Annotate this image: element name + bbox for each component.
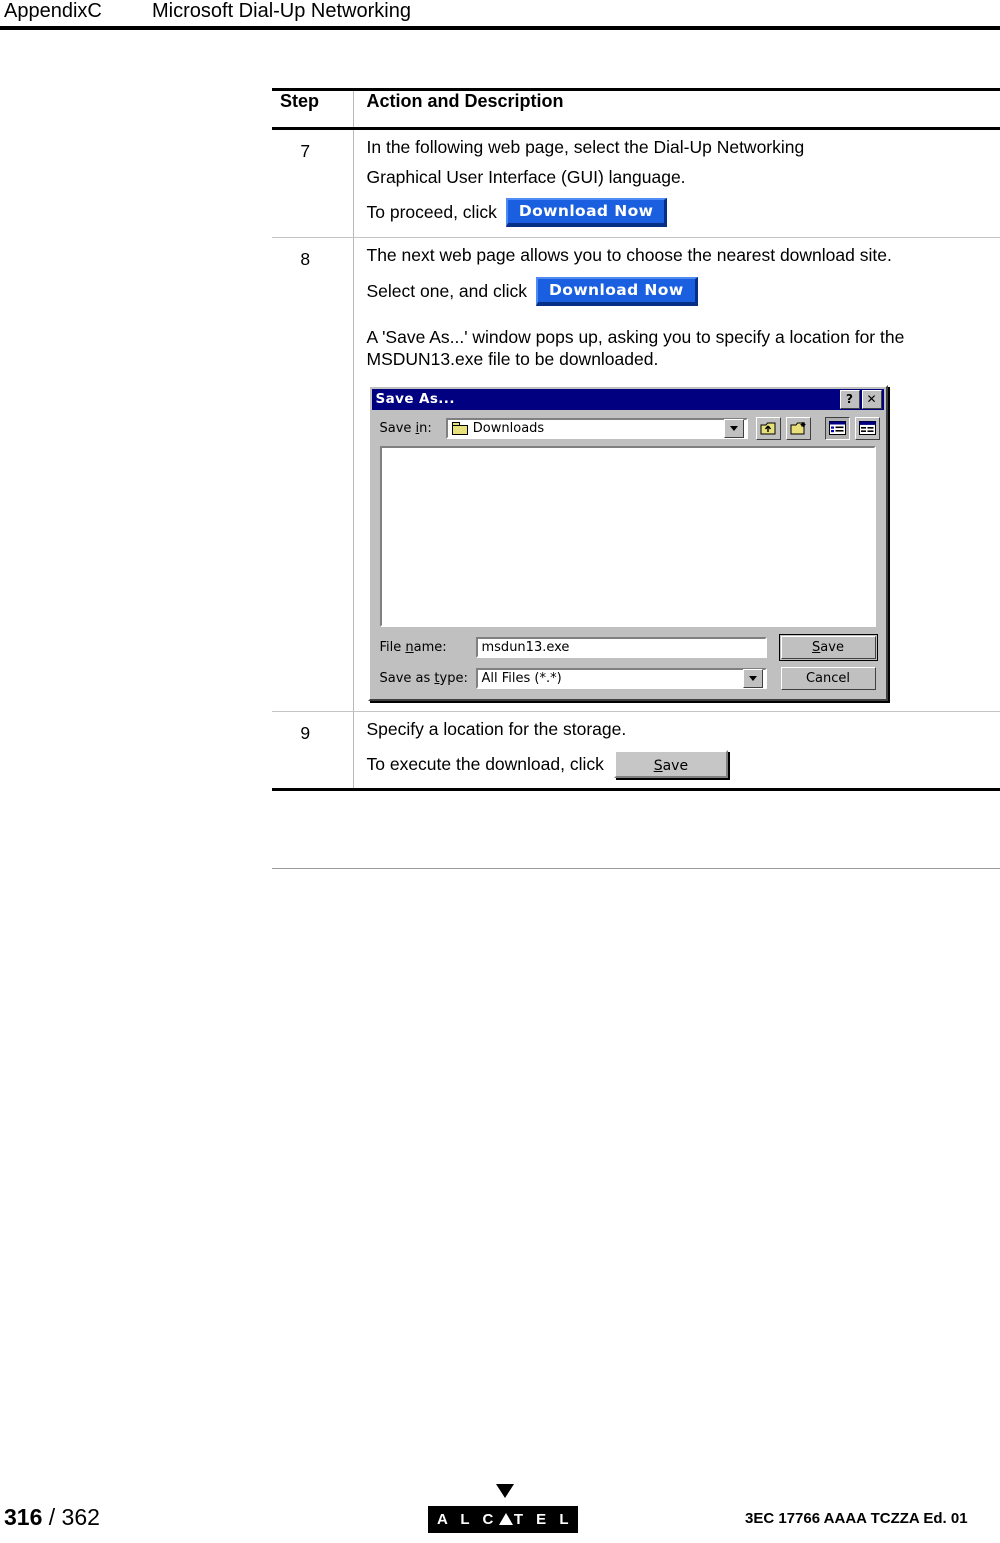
dialog-title-buttons: ? ✕ bbox=[839, 389, 882, 409]
file-list-area[interactable] bbox=[379, 445, 876, 627]
table-row: 7 In the following web page, select the … bbox=[272, 128, 1000, 239]
save-as-type-value: All Files (*.*) bbox=[481, 670, 562, 686]
dialog-title-bar: Save As... ? ✕ bbox=[371, 388, 884, 410]
page-header: AppendixC Microsoft Dial-Up Networking bbox=[0, 0, 1000, 28]
step7-line1: In the following web page, select the Di… bbox=[366, 137, 805, 157]
step8-line2-row: Select one, and click Download Now bbox=[366, 276, 1000, 307]
new-folder-icon[interactable] bbox=[785, 416, 811, 440]
save-as-type-combobox[interactable]: All Files (*.*) bbox=[475, 667, 767, 689]
dialog-cancel-button[interactable]: Cancel bbox=[780, 666, 876, 690]
dialog-save-button[interactable]: Save bbox=[778, 633, 878, 661]
page-total: / 362 bbox=[42, 1504, 100, 1530]
header-rule bbox=[0, 26, 1000, 30]
column-header-step: Step bbox=[272, 88, 354, 130]
details-view-icon[interactable] bbox=[854, 416, 880, 440]
step-number: 8 bbox=[272, 237, 354, 712]
step7-line3-row: To proceed, click Download Now bbox=[366, 198, 1000, 228]
file-name-row: File name: msdun13.exe Save bbox=[379, 633, 878, 661]
chevron-down-icon[interactable] bbox=[723, 418, 744, 438]
file-name-label: File name: bbox=[379, 639, 447, 655]
logo-bar: A L CT E L bbox=[428, 1506, 578, 1533]
step8-paragraph: A 'Save As...' window pops up, asking yo… bbox=[366, 327, 905, 370]
dialog-bottom-panel: File name: msdun13.exe Save Save as type… bbox=[370, 627, 886, 699]
help-icon[interactable]: ? bbox=[839, 389, 860, 409]
body-separator-rule bbox=[272, 868, 1000, 869]
step8-line2: Select one, and click bbox=[366, 280, 528, 301]
save-as-dialog: Save As... ? ✕ Save in: Downloads File n… bbox=[367, 384, 888, 701]
save-in-label: Save in: bbox=[379, 420, 432, 436]
table-row: 9 Specify a location for the storage. To… bbox=[272, 711, 1000, 792]
column-header-action: Action and Description bbox=[353, 88, 1000, 130]
header-appendix-label: AppendixC bbox=[4, 0, 102, 22]
table-row: 8 The next web page allows you to choose… bbox=[272, 237, 1000, 712]
step-number: 9 bbox=[272, 711, 354, 792]
document-reference: 3EC 17766 AAAA TCZZA Ed. 01 bbox=[745, 1510, 968, 1527]
step7-line2: Graphical User Interface (GUI) language. bbox=[366, 166, 686, 187]
save-as-type-row: Save as type: All Files (*.*) Cancel bbox=[379, 666, 876, 690]
save-in-combobox[interactable]: Downloads bbox=[445, 417, 748, 439]
up-one-level-icon[interactable] bbox=[755, 416, 781, 440]
step-number: 7 bbox=[272, 128, 354, 239]
logo-triangle-icon bbox=[496, 1484, 514, 1498]
save-in-row: Save in: Downloads bbox=[370, 410, 886, 446]
list-view-icon[interactable] bbox=[824, 416, 850, 440]
step-description: Specify a location for the storage. To e… bbox=[353, 711, 1000, 792]
step9-line2-row: To execute the download, click Save bbox=[366, 750, 1000, 779]
folder-icon bbox=[451, 421, 469, 435]
download-now-button[interactable]: Download Now bbox=[505, 198, 668, 228]
save-as-type-label: Save as type: bbox=[379, 670, 468, 686]
step-description: In the following web page, select the Di… bbox=[353, 128, 1000, 239]
step8-line1: The next web page allows you to choose t… bbox=[366, 245, 892, 266]
alcatel-logo: A L CT E L bbox=[428, 1484, 578, 1536]
step7-line3: To proceed, click bbox=[366, 201, 497, 222]
page-number: 316 bbox=[4, 1504, 43, 1530]
logo-a-triangle-icon bbox=[498, 1513, 513, 1525]
save-button[interactable]: Save bbox=[613, 750, 728, 779]
table-header-row: Step Action and Description bbox=[272, 88, 1000, 130]
dialog-toolbar bbox=[755, 416, 880, 440]
header-chapter-title: Microsoft Dial-Up Networking bbox=[152, 0, 411, 22]
page-indicator: 316 / 362 bbox=[4, 1504, 100, 1531]
dialog-title: Save As... bbox=[375, 390, 455, 407]
save-in-value: Downloads bbox=[472, 420, 545, 436]
chevron-down-icon[interactable] bbox=[742, 668, 763, 688]
logo-text: A L CT E L bbox=[436, 1511, 573, 1528]
page-footer: 316 / 362 A L CT E L 3EC 17766 AAAA TCZZ… bbox=[0, 1484, 1000, 1543]
close-icon[interactable]: ✕ bbox=[861, 389, 882, 409]
step9-line1: Specify a location for the storage. bbox=[366, 718, 627, 739]
file-name-input[interactable]: msdun13.exe bbox=[475, 636, 767, 658]
procedure-table: Step Action and Description 7 In the fol… bbox=[272, 88, 1000, 792]
download-now-button[interactable]: Download Now bbox=[536, 276, 698, 307]
step9-line2: To execute the download, click bbox=[366, 753, 604, 774]
step-description: The next web page allows you to choose t… bbox=[353, 237, 1000, 712]
